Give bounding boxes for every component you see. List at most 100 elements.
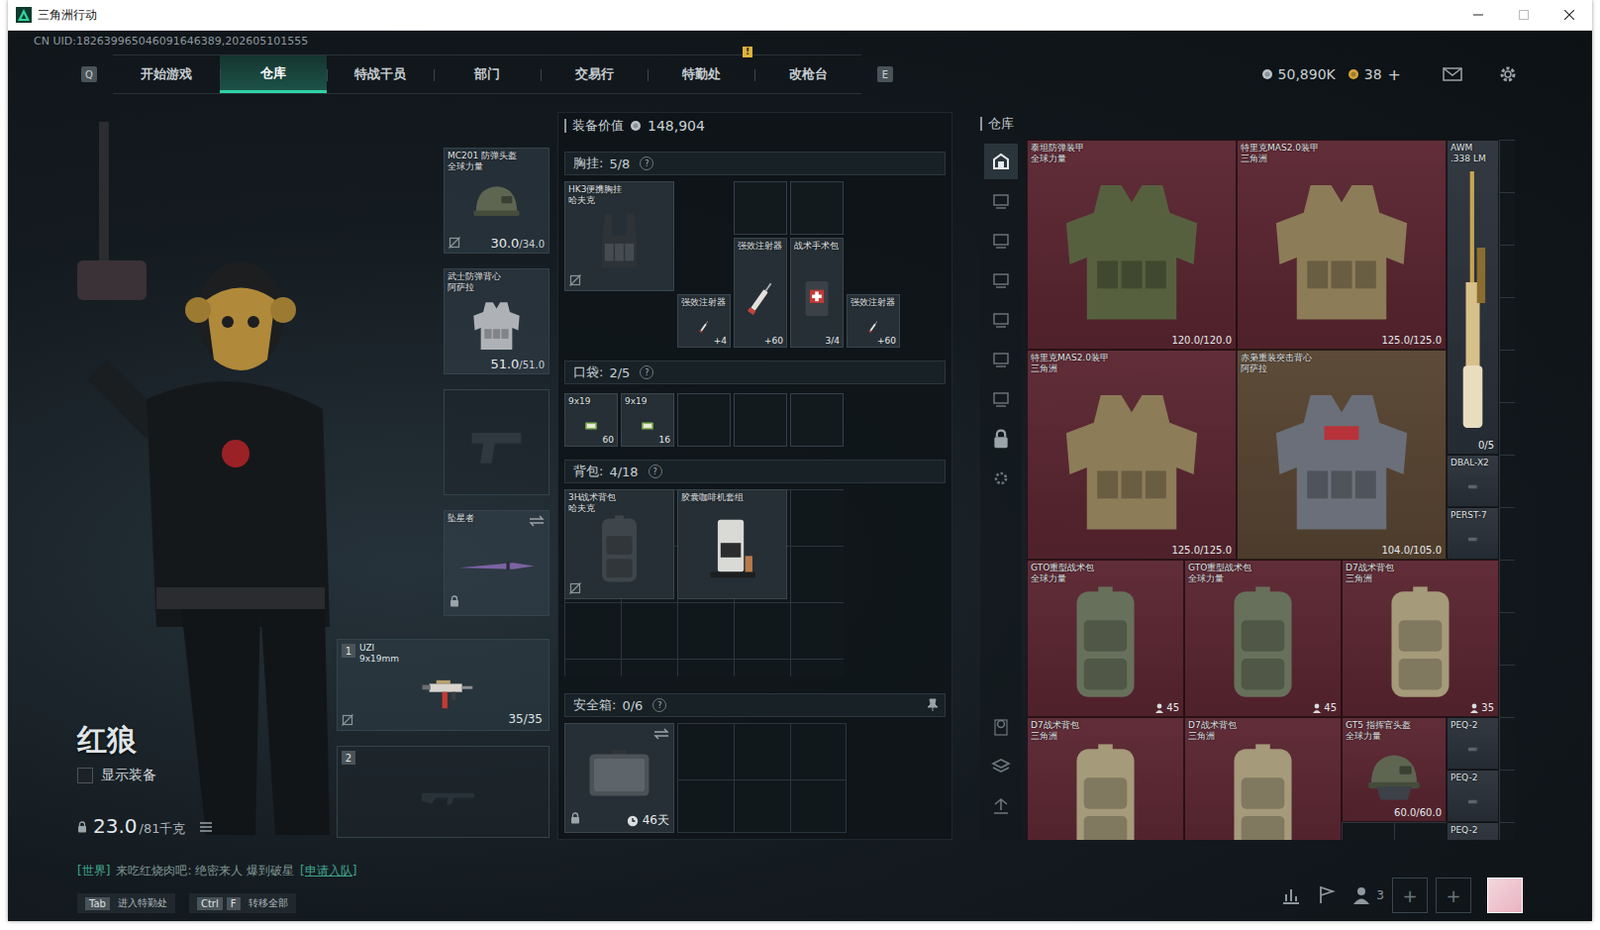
mail-icon[interactable] (1442, 67, 1463, 82)
nav-tab[interactable]: 仓库 (219, 55, 327, 94)
medkit-icon (795, 262, 839, 335)
no-insurance-icon (341, 713, 354, 726)
stats-chart-icon[interactable] (1281, 885, 1301, 905)
nav-tab[interactable]: 改枪台 (754, 55, 862, 94)
nav-tab[interactable]: 部门 (433, 55, 541, 94)
empty-slot[interactable] (733, 181, 788, 235)
close-button[interactable] (1546, 0, 1593, 30)
team-slot[interactable]: + (1392, 877, 1428, 913)
helmet-slot[interactable]: MC201 防弹头盔全球力量 30.0/34.0 (443, 147, 550, 254)
swap-icon[interactable] (528, 514, 545, 527)
nav-tab[interactable]: 交易行 (540, 55, 648, 94)
operator-area: 红狼 显示装备 23.0 /81千克 MC201 防弹头盔全球力量 30.0/3… (7, 111, 550, 840)
melee-slot[interactable]: 坠星者 (443, 509, 550, 616)
warehouse-item[interactable]: D7战术背包三角洲 (1026, 716, 1185, 840)
friends-button[interactable]: 3 (1352, 885, 1385, 905)
key-hint[interactable]: Q (81, 66, 98, 83)
warehouse-item[interactable]: PEQ-2 (1446, 716, 1500, 770)
no-insurance-icon (569, 274, 582, 287)
slot-index: 1 (341, 643, 356, 658)
empty-slot[interactable] (677, 393, 731, 447)
transfer-button[interactable] (984, 788, 1018, 824)
key-hint[interactable]: E (877, 66, 894, 83)
warehouse-item[interactable]: PEQ-2 (1446, 769, 1500, 822)
item-label: 9x19 (624, 396, 672, 407)
warehouse-item[interactable]: GTO重型战术包全球力量 45 (1026, 559, 1185, 717)
locked-tab[interactable] (984, 420, 1018, 457)
help-button[interactable]: ? (639, 365, 654, 380)
add-currency-button[interactable]: + (1388, 65, 1401, 85)
inventory-item[interactable]: 胶囊咖啡机套组 (677, 489, 788, 600)
capacity-icon (1470, 702, 1479, 713)
warehouse-tab[interactable] (984, 183, 1018, 219)
weapon-slot[interactable]: 1 UZI9x19mm 35/35 (336, 638, 550, 731)
warehouse-item[interactable]: D7战术背包三角洲 (1184, 716, 1342, 840)
pack-d7-icon (1031, 741, 1180, 840)
inventory-item[interactable]: 战术手术包 3/4 (790, 237, 844, 348)
warehouse-item[interactable]: PERST-7 (1446, 506, 1500, 560)
pistol-slot[interactable] (443, 389, 550, 496)
nav-tab[interactable]: 开始游戏 (112, 55, 220, 94)
close-icon (1564, 9, 1575, 20)
key-hint[interactable]: CtrlF 转移全部 (189, 893, 297, 913)
inventory-item[interactable]: 9x19 16 (620, 393, 675, 447)
warehouse-item[interactable]: GT5 指挥官头盔全球力量 60.0/60.0 (1341, 716, 1447, 822)
uid-label: CN UID:182639965046091646389,20260510155… (7, 30, 1593, 53)
warehouse-tab[interactable] (984, 262, 1018, 299)
sort-button[interactable] (984, 708, 1018, 745)
warehouse-tab[interactable] (984, 222, 1018, 259)
join-team-link[interactable]: [申请入队] (300, 862, 357, 880)
warehouse-item[interactable]: 特里克MAS2.0装甲三角洲 125.0/125.0 (1026, 349, 1237, 560)
inventory-item[interactable]: 9x19 60 (564, 393, 618, 447)
lock-icon (449, 595, 460, 607)
warehouse-item[interactable]: 特里克MAS2.0装甲三角洲 125.0/125.0 (1236, 139, 1447, 350)
empty-slot[interactable] (733, 393, 788, 447)
warehouse-tab[interactable] (984, 143, 1018, 180)
vest-icon (1031, 164, 1232, 337)
warehouse-item[interactable]: D7战术背包三角洲 35 (1341, 559, 1500, 717)
empty-slot[interactable] (790, 181, 844, 235)
pistol-icon (448, 403, 545, 487)
help-button[interactable]: ? (648, 464, 663, 479)
flag-icon[interactable] (1316, 885, 1337, 905)
safe-box[interactable]: 46天 (564, 722, 675, 833)
empty-slot[interactable] (790, 393, 844, 447)
weapon-slot[interactable]: 2 (336, 745, 550, 838)
warehouse-settings[interactable] (984, 460, 1018, 497)
warehouse-item[interactable]: PEQ-2 (1446, 821, 1500, 840)
item-reading: 45 (1155, 701, 1180, 713)
warehouse-item[interactable]: DBAL-X2 (1446, 454, 1500, 507)
warehouse-item[interactable]: GTO重型战术包全球力量 45 (1184, 559, 1342, 717)
nav-tab[interactable]: 特战干员 (326, 55, 434, 94)
warehouse-tab[interactable] (984, 301, 1018, 338)
warehouse-tab[interactable] (984, 381, 1018, 417)
warehouse-item[interactable]: AWM.338 LM 0/5 (1446, 139, 1500, 455)
show-equipment-toggle[interactable]: 显示装备 (77, 766, 213, 785)
stack-button[interactable] (984, 748, 1018, 785)
inventory-item[interactable]: 强效注射器 +60 (846, 294, 900, 348)
key-hint[interactable]: Tab 进入特勤处 (77, 893, 176, 913)
inventory-item[interactable]: 3H战术背包 哈夫克 (564, 489, 675, 600)
player-avatar[interactable] (1487, 877, 1523, 913)
warehouse-tab[interactable] (984, 341, 1018, 378)
help-button[interactable]: ? (652, 698, 667, 712)
help-button[interactable]: ? (639, 156, 654, 171)
warehouse-item[interactable]: 泰坦防弹装甲全球力量 120.0/120.0 (1026, 139, 1237, 350)
list-icon[interactable] (199, 820, 213, 833)
pin-icon[interactable] (926, 698, 939, 712)
maximize-button[interactable] (1500, 0, 1547, 30)
nav-tab[interactable]: 特勤处 ! (647, 55, 755, 94)
checkbox[interactable] (77, 767, 94, 784)
inventory-item[interactable]: HK3便携胸挂 哈夫克 (564, 181, 675, 292)
team-slot[interactable]: + (1435, 877, 1472, 913)
swap-icon[interactable] (653, 727, 670, 740)
warehouse-item[interactable]: 赤枭重装突击背心阿萨拉 104.0/105.0 (1236, 349, 1447, 560)
inventory-item[interactable]: 强效注射器 +60 (733, 237, 788, 348)
armor-slot[interactable]: 武士防弹背心阿萨拉 51.0/51.0 (443, 268, 550, 375)
coin-icon (629, 119, 642, 132)
inventory-item[interactable]: 强效注射器 +4 (677, 294, 731, 348)
minimize-button[interactable] (1455, 0, 1501, 30)
safe-slots[interactable] (677, 722, 847, 833)
loadout-panel: 装备价值 148,904 胸挂: 5/8 ? HK3便携胸挂 哈夫克 强效注射器… (557, 111, 953, 840)
settings-gear-icon[interactable] (1498, 64, 1518, 85)
